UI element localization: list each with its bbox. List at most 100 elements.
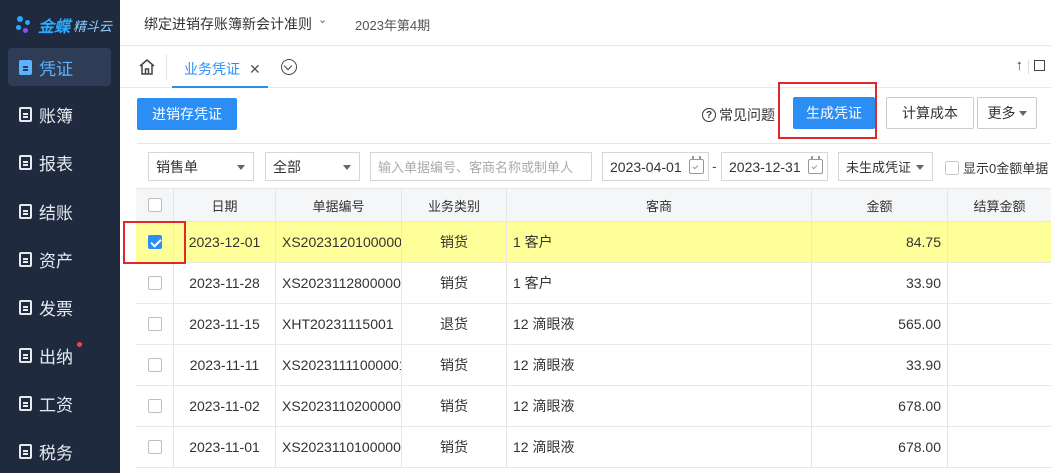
arrow-up-icon[interactable]: ↑ <box>1016 57 1024 74</box>
tab-list-dropdown-icon[interactable] <box>281 59 297 75</box>
account-book-selector[interactable]: 绑定进销存账簿新会计准则 <box>144 14 312 34</box>
sidebar-item-salary[interactable]: 工资 <box>8 384 111 422</box>
cell-settled <box>948 427 1051 467</box>
show-zero-checkbox[interactable]: 显示0金额单据 <box>945 158 1048 177</box>
cell-amount: 565.00 <box>812 304 948 344</box>
cell-number[interactable]: XS20231102000001 <box>276 386 402 426</box>
table-row[interactable]: 2023-11-01 XS20231101000002 销货 12 滴眼液 67… <box>136 427 1051 468</box>
sidebar-item-asset[interactable]: 资产 <box>8 240 111 278</box>
column-header-partner[interactable]: 客商 <box>507 189 812 221</box>
report-icon <box>18 154 32 170</box>
tax-icon <box>18 443 32 459</box>
main-content: 进销存凭证 ? 常见问题 生成凭证 计算成本 更多 销售单 全部 输入单据编号、… <box>120 82 1051 473</box>
row-checkbox[interactable] <box>147 276 162 290</box>
row-select-cell <box>136 304 174 344</box>
tab-business-voucher[interactable]: 业务凭证 ✕ <box>172 52 268 88</box>
tab-bar: 业务凭证 ✕ ↑ <box>120 46 1051 88</box>
calendar-icon <box>808 156 823 174</box>
scope-select[interactable]: 全部 <box>265 152 360 181</box>
cell-amount: 84.75 <box>812 222 948 262</box>
date-to-value: 2023-12-31 <box>729 158 801 175</box>
cell-type: 销货 <box>402 222 507 262</box>
column-header-number[interactable]: 单据编号 <box>276 189 402 221</box>
document-table: 日期 单据编号 业务类别 客商 金额 结算金额 2023-12-01 XS202… <box>136 188 1051 468</box>
cell-date: 2023-11-15 <box>174 304 276 344</box>
cell-partner: 12 滴眼液 <box>507 386 812 426</box>
status-select[interactable]: 未生成凭证 <box>838 152 933 181</box>
cell-partner: 1 客户 <box>507 222 812 262</box>
column-header-type[interactable]: 业务类别 <box>402 189 507 221</box>
caret-down-icon <box>916 165 924 170</box>
cell-type: 销货 <box>402 386 507 426</box>
cell-date: 2023-11-28 <box>174 263 276 303</box>
row-checkbox[interactable] <box>147 358 162 372</box>
cell-number[interactable]: XS20231101000002 <box>276 427 402 467</box>
cell-settled <box>948 345 1051 385</box>
checkbox[interactable] <box>945 160 959 175</box>
status-value: 未生成凭证 <box>846 160 912 175</box>
select-all-cell <box>136 189 174 221</box>
inventory-voucher-button[interactable]: 进销存凭证 <box>137 98 237 130</box>
select-all-checkbox[interactable] <box>147 198 162 212</box>
doc-type-select[interactable]: 销售单 <box>148 152 254 181</box>
caret-down-icon <box>343 165 351 170</box>
sidebar-item-cashier[interactable]: 出纳 <box>8 336 111 374</box>
table-row[interactable]: 2023-11-15 XHT20231115001 退货 12 滴眼液 565.… <box>136 304 1051 345</box>
column-header-amount[interactable]: 金额 <box>812 189 948 221</box>
sidebar-item-label: 报表 <box>39 154 73 174</box>
asset-icon <box>18 251 32 267</box>
caret-down-icon <box>237 165 245 170</box>
sidebar-item-voucher[interactable]: 凭证 <box>8 48 111 86</box>
salary-icon <box>18 395 32 411</box>
cell-number[interactable]: XS20231201000001 <box>276 222 402 262</box>
fullscreen-icon[interactable] <box>1034 60 1045 71</box>
show-zero-label: 显示0金额单据 <box>963 161 1049 176</box>
cell-number[interactable]: XS20231128000001 <box>276 263 402 303</box>
column-header-date[interactable]: 日期 <box>174 189 276 221</box>
faq-label: 常见问题 <box>719 107 775 123</box>
logo-icon <box>14 15 34 35</box>
sidebar-item-invoice[interactable]: 发票 <box>8 288 111 326</box>
sidebar-item-closing[interactable]: 结账 <box>8 192 111 230</box>
brand-logo: 金蝶 精斗云 <box>14 12 112 38</box>
table-row[interactable]: 2023-11-11 XS20231111000001 销货 12 滴眼液 33… <box>136 345 1051 386</box>
column-header-settled[interactable]: 结算金额 <box>948 189 1051 221</box>
brand-sub: 精斗云 <box>73 18 113 34</box>
more-label: 更多 <box>987 105 1016 121</box>
more-button[interactable]: 更多 <box>977 97 1037 129</box>
row-select-cell <box>136 345 174 385</box>
home-icon[interactable] <box>138 58 156 76</box>
cashier-icon <box>18 347 32 363</box>
cell-amount: 678.00 <box>812 386 948 426</box>
date-to-input[interactable]: 2023-12-31 <box>721 152 828 181</box>
sidebar-item-tax[interactable]: 税务 <box>8 432 111 470</box>
table-row[interactable]: 2023-12-01 XS20231201000001 销货 1 客户 84.7… <box>136 222 1051 263</box>
sidebar-item-label: 发票 <box>39 299 73 319</box>
table-row[interactable]: 2023-11-02 XS20231102000001 销货 12 滴眼液 67… <box>136 386 1051 427</box>
row-checkbox[interactable] <box>147 317 162 331</box>
cell-date: 2023-11-02 <box>174 386 276 426</box>
table-row[interactable]: 2023-11-28 XS20231128000001 销货 1 客户 33.9… <box>136 263 1051 304</box>
cell-date: 2023-12-01 <box>174 222 276 262</box>
date-from-input[interactable]: 2023-04-01 <box>602 152 709 181</box>
sidebar-item-report[interactable]: 报表 <box>8 143 111 181</box>
close-icon[interactable]: ✕ <box>249 61 261 78</box>
cell-amount: 33.90 <box>812 263 948 303</box>
cell-settled <box>948 263 1051 303</box>
sidebar-item-ledger[interactable]: 账簿 <box>8 95 111 133</box>
chevron-down-icon[interactable]: ⌄ <box>318 13 327 26</box>
cell-settled <box>948 304 1051 344</box>
row-checkbox[interactable] <box>147 440 162 454</box>
scope-value: 全部 <box>273 158 301 175</box>
question-icon: ? <box>702 108 716 122</box>
row-checkbox[interactable] <box>147 399 162 413</box>
caret-down-icon <box>1018 110 1027 116</box>
cell-number[interactable]: XS20231111000001 <box>276 345 402 385</box>
cell-settled <box>948 386 1051 426</box>
calculate-cost-button[interactable]: 计算成本 <box>886 97 974 129</box>
cell-partner: 12 滴眼液 <box>507 345 812 385</box>
cell-number[interactable]: XHT20231115001 <box>276 304 402 344</box>
search-input[interactable]: 输入单据编号、客商名称或制单人 <box>370 152 592 181</box>
faq-link[interactable]: ? 常见问题 <box>702 105 775 125</box>
divider <box>137 143 1051 144</box>
